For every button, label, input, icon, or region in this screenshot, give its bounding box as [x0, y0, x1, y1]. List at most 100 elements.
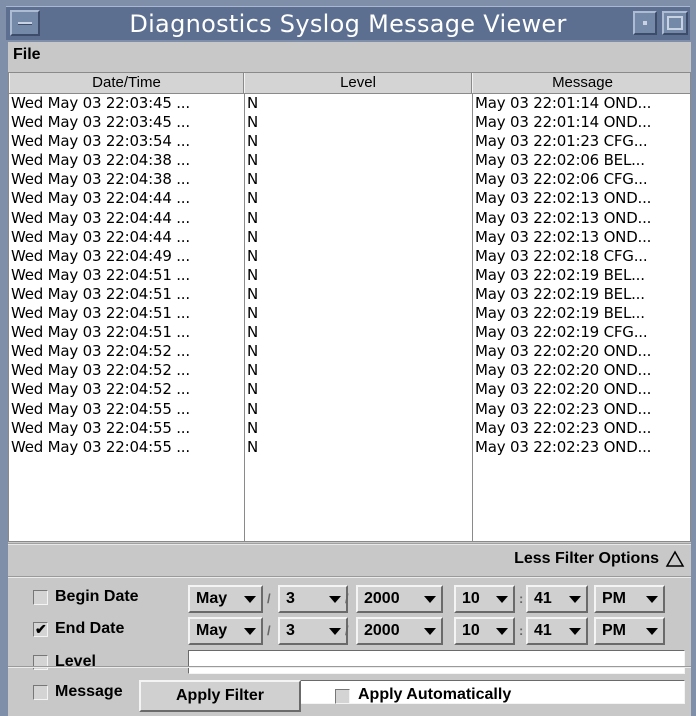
minimize-button[interactable] — [633, 11, 657, 35]
cell-level: N — [247, 399, 259, 418]
split-divider[interactable] — [8, 543, 691, 545]
table-row[interactable]: Wed May 03 22:04:38 ... N May 03 22:02:06 … — [9, 151, 690, 170]
end-day-select[interactable]: 3 — [278, 617, 348, 645]
date-separator: / — [267, 623, 271, 638]
cell-level: N — [247, 170, 259, 189]
cell-datetime: Wed May 03 22:04:44 ... — [11, 189, 190, 208]
apply-automatically-label: Apply Automatically — [358, 686, 512, 703]
table-row[interactable]: Wed May 03 22:04:52 ... N May 03 22:02:20 … — [9, 380, 690, 399]
begin-minute-select[interactable]: 41 — [526, 585, 588, 613]
begin-date-checkbox[interactable]: ✔ — [33, 590, 48, 605]
column-header-message[interactable]: Message — [472, 73, 690, 93]
table-row[interactable]: Wed May 03 22:04:51 ... N May 03 22:02:19 … — [9, 284, 690, 304]
table-row[interactable]: Wed May 03 22:04:52 ... N May 03 22:02:20 … — [9, 361, 690, 380]
check-mark-icon: ✔ — [35, 621, 47, 637]
level-row: ✔ Level — [8, 648, 691, 678]
cell-message: May 03 22:01:23 CFG... — [475, 132, 648, 151]
end-minute-value: 41 — [534, 622, 552, 639]
cell-message: May 03 22:02:13 OND... — [475, 189, 652, 208]
cell-level: N — [247, 361, 259, 380]
begin-year-select[interactable]: 2000 — [356, 585, 443, 613]
table-row[interactable]: Wed May 03 22:03:45 ... N May 03 22:01:14 … — [9, 113, 690, 132]
table-header: Date/Time Level Message — [9, 73, 690, 94]
begin-date-row: ✔ Begin Date May / 3 / 2000 10 : 41 PM — [8, 583, 691, 613]
window-title: Diagnostics Syslog Message Viewer — [129, 10, 567, 38]
cell-datetime: Wed May 03 22:04:55 ... — [11, 418, 190, 437]
table-row[interactable]: Wed May 03 22:04:51 ... N May 03 22:02:19 … — [9, 304, 690, 323]
begin-hour-value: 10 — [462, 590, 480, 607]
cell-message: May 03 22:02:19 BEL... — [475, 265, 645, 284]
table-row[interactable]: Wed May 03 22:04:52 ... N May 03 22:02:20 … — [9, 342, 690, 361]
chevron-down-icon — [496, 628, 508, 635]
cell-message: May 03 22:02:13 OND... — [475, 227, 652, 246]
table-row[interactable]: Wed May 03 22:04:44 ... N May 03 22:02:13 … — [9, 227, 690, 247]
cell-datetime: Wed May 03 22:04:52 ... — [11, 361, 190, 380]
cell-message: May 03 22:02:19 BEL... — [475, 284, 645, 303]
end-ampm-select[interactable]: PM — [594, 617, 665, 645]
table-row[interactable]: Wed May 03 22:04:55 ... N May 03 22:02:23 … — [9, 399, 690, 419]
end-year-select[interactable]: 2000 — [356, 617, 443, 645]
cell-message: May 03 22:02:19 CFG... — [475, 323, 648, 342]
cell-message: May 03 22:02:18 CFG... — [475, 246, 648, 265]
less-filter-options-toggle[interactable]: Less Filter Options — [514, 550, 685, 568]
table-row[interactable]: Wed May 03 22:04:51 ... N May 03 22:02:19 … — [9, 265, 690, 285]
cell-level: N — [247, 380, 259, 399]
cell-datetime: Wed May 03 22:04:51 ... — [11, 323, 190, 342]
apply-automatically-checkbox[interactable] — [335, 689, 350, 704]
minimize-icon — [643, 21, 647, 25]
end-date-label: End Date — [55, 620, 125, 637]
table-row[interactable]: Wed May 03 22:04:55 ... N May 03 22:02:23 … — [9, 418, 690, 438]
menu-file[interactable]: File — [13, 46, 41, 64]
table-row[interactable]: Wed May 03 22:04:44 ... N May 03 22:02:13 … — [9, 208, 690, 228]
table-row[interactable]: Wed May 03 22:04:38 ... N May 03 22:02:06 … — [9, 170, 690, 189]
cell-datetime: Wed May 03 22:04:51 ... — [11, 284, 190, 303]
date-separator: / — [267, 591, 271, 606]
apply-filter-button[interactable]: Apply Filter — [139, 680, 301, 712]
cell-message: May 03 22:02:23 OND... — [475, 437, 652, 456]
cell-datetime: Wed May 03 22:04:44 ... — [11, 227, 190, 246]
begin-hour-select[interactable]: 10 — [454, 585, 515, 613]
cell-message: May 03 22:02:13 OND... — [475, 208, 652, 227]
chevron-down-icon — [244, 628, 256, 635]
end-minute-select[interactable]: 41 — [526, 617, 588, 645]
syslog-table[interactable]: Date/Time Level Message Wed May 03 22:03… — [8, 72, 691, 542]
date-separator: / — [345, 591, 349, 606]
less-filter-options-label: Less Filter Options — [514, 550, 659, 567]
table-row[interactable]: Wed May 03 22:03:45 ... N May 03 22:01:14 … — [9, 94, 690, 113]
cell-message: May 03 22:01:14 OND... — [475, 94, 652, 112]
cell-level: N — [247, 437, 259, 456]
message-label: Message — [55, 683, 123, 700]
table-row[interactable]: Wed May 03 22:04:44 ... N May 03 22:02:13 … — [9, 189, 690, 208]
table-row[interactable]: Wed May 03 22:04:51 ... N May 03 22:02:19 … — [9, 323, 690, 342]
title-bar[interactable]: Diagnostics Syslog Message Viewer — [6, 6, 690, 40]
end-hour-select[interactable]: 10 — [454, 617, 515, 645]
begin-month-value: May — [196, 590, 228, 607]
cell-datetime: Wed May 03 22:04:38 ... — [11, 151, 190, 170]
level-field[interactable] — [188, 650, 685, 674]
begin-month-select[interactable]: May — [188, 585, 263, 613]
end-month-select[interactable]: May — [188, 617, 263, 645]
chevron-down-icon — [646, 596, 658, 603]
begin-day-select[interactable]: 3 — [278, 585, 348, 613]
end-date-checkbox[interactable]: ✔ — [33, 621, 48, 637]
chevron-down-icon — [329, 596, 341, 603]
date-separator: / — [345, 623, 349, 638]
cell-message: May 03 22:02:23 OND... — [475, 418, 652, 437]
message-checkbox[interactable]: ✔ — [33, 685, 48, 700]
cell-datetime: Wed May 03 22:04:52 ... — [11, 380, 190, 399]
table-row[interactable]: Wed May 03 22:03:54 ... N May 03 22:01:23 … — [9, 132, 690, 151]
maximize-button[interactable] — [662, 11, 688, 35]
maximize-icon — [667, 16, 683, 30]
column-header-level[interactable]: Level — [244, 73, 472, 93]
client-area: File Date/Time Level Message Wed May 03 … — [8, 42, 691, 716]
end-date-row: ✔ End Date May / 3 / 2000 10 : 41 PM — [8, 615, 691, 645]
cell-level: N — [247, 265, 259, 284]
table-row[interactable]: Wed May 03 22:04:49 ... N May 03 22:02:18 … — [9, 246, 690, 266]
column-header-datetime[interactable]: Date/Time — [9, 73, 244, 93]
table-row[interactable]: Wed May 03 22:04:55 ... N May 03 22:02:23 … — [9, 437, 690, 457]
cell-datetime: Wed May 03 22:04:51 ... — [11, 304, 190, 323]
begin-ampm-select[interactable]: PM — [594, 585, 665, 613]
cell-datetime: Wed May 03 22:03:45 ... — [11, 94, 190, 112]
menu-bar: File — [8, 42, 691, 70]
cell-datetime: Wed May 03 22:03:54 ... — [11, 132, 190, 151]
